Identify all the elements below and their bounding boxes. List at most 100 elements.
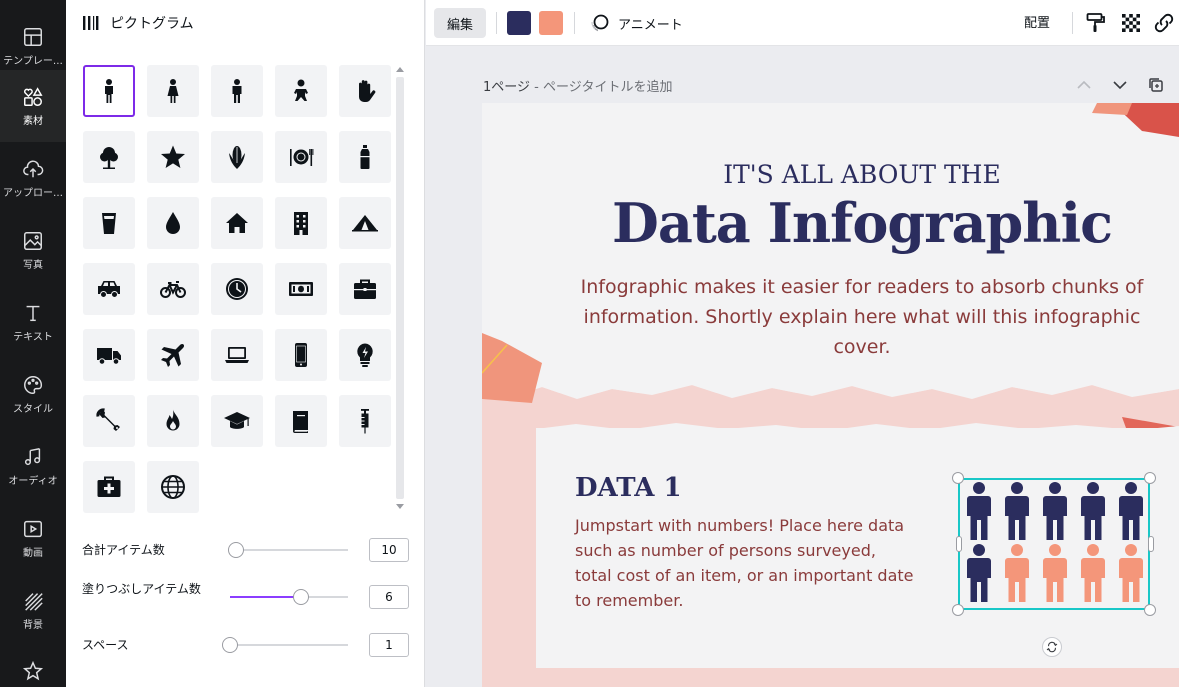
rail-item-background[interactable]: 背景 [0,574,66,646]
pictogram-element[interactable] [958,478,1150,610]
pictogram-bottle[interactable] [339,131,391,183]
pictogram-car[interactable] [83,263,135,315]
pictogram-baby[interactable] [275,65,327,117]
rail-item-starred[interactable] [0,640,66,687]
pictogram-corn[interactable] [211,131,263,183]
total-items-control: 合計アイテム数 10 [82,538,412,581]
rail-item-audio[interactable]: オーディオ [0,430,66,502]
pictogram-laptop[interactable] [211,329,263,381]
pictogram-woman[interactable] [147,65,199,117]
spacing-slider-knob[interactable] [222,637,238,653]
resize-handle-left[interactable] [956,536,962,552]
rail-item-text[interactable]: テキスト [0,286,66,358]
rail-item-styles[interactable]: スタイル [0,358,66,430]
spacing-label: スペース [82,638,129,652]
pictogram-cup[interactable] [83,197,135,249]
pictogram-lightbulb[interactable] [339,329,391,381]
panel-header: ピクトグラム [66,0,425,46]
total-items-slider-track[interactable] [230,549,348,551]
pictogram-man[interactable] [211,65,263,117]
animate-button[interactable]: アニメート [590,10,683,36]
main-heading[interactable]: Data Infographic [482,191,1179,255]
pictogram-briefcase[interactable] [339,263,391,315]
paint-roller-icon [1086,13,1105,32]
edit-button[interactable]: 編集 [434,8,486,38]
resize-handle-top-left[interactable] [952,472,964,484]
pictogram-person[interactable] [83,65,135,117]
pictogram-plate[interactable] [275,131,327,183]
design-canvas[interactable]: IT'S ALL ABOUT THE Data Infographic Info… [482,103,1179,687]
page-up-button[interactable] [1075,76,1093,94]
laptop-icon [225,347,249,363]
resize-handle-bottom-right[interactable] [1144,604,1156,616]
pictogram-airplane[interactable] [147,329,199,381]
total-items-input[interactable]: 10 [369,538,409,562]
pictogram-tree[interactable] [83,131,135,183]
intro-paragraph[interactable]: Infographic makes it easier for readers … [552,272,1172,362]
duplicate-page-button[interactable] [1147,76,1165,94]
pictogram-house[interactable] [211,197,263,249]
scroll-up-arrow-icon[interactable] [396,67,404,72]
rail-item-elements[interactable]: 素材 [0,70,66,142]
color-swatch-primary[interactable] [507,11,531,35]
rail-item-video[interactable]: 動画 [0,502,66,574]
editor-toolbar: 編集 アニメート 配置 [426,0,1179,46]
pictogram-money[interactable] [275,263,327,315]
phone-icon [295,343,307,367]
arrange-button[interactable]: 配置 [1024,12,1050,31]
briefcase-icon [354,279,376,299]
pictogram-graduation-cap[interactable] [211,395,263,447]
page-down-button[interactable] [1111,76,1129,94]
left-rail: テンプレー… 素材 アップロー… 写真 テキスト スタイル オーディオ 動画 背… [0,0,66,687]
transparency-button[interactable] [1119,11,1143,35]
pictogram-phone[interactable] [275,329,327,381]
total-items-slider-knob[interactable] [227,542,244,558]
truck-icon [97,348,121,365]
rail-label: テンプレー… [3,55,63,67]
scroll-track[interactable] [396,77,404,499]
pre-heading[interactable]: IT'S ALL ABOUT THE [482,160,1179,189]
pictogram-clock[interactable] [211,263,263,315]
pictogram-bicycle[interactable] [147,263,199,315]
torn-paper-edge [482,373,1179,413]
filled-items-slider-knob[interactable] [292,589,309,605]
pictogram-hand[interactable] [339,65,391,117]
rail-item-photos[interactable]: 写真 [0,214,66,286]
pictogram-tent[interactable] [339,197,391,249]
data1-body[interactable]: Jumpstart with numbers! Place here data … [575,513,915,613]
rotate-button[interactable] [1042,637,1062,657]
pictogram-building[interactable] [275,197,327,249]
elements-icon [24,86,43,106]
rail-item-uploads[interactable]: アップロー… [0,142,66,214]
pictogram-syringe[interactable] [339,395,391,447]
spacing-input[interactable]: 1 [369,633,409,657]
airplane-icon [161,343,185,367]
pictogram-globe[interactable] [147,461,199,513]
page-title-bar[interactable]: 1ページ - ページタイトルを追加 [483,76,672,95]
scroll-down-arrow-icon[interactable] [396,504,404,509]
first-aid-icon [97,476,121,497]
globe-icon [161,475,185,499]
pictogram-drop[interactable] [147,197,199,249]
spacing-slider-track[interactable] [230,644,348,646]
rail-label: 動画 [23,547,43,559]
page-title-placeholder[interactable]: - ページタイトルを追加 [530,80,672,95]
book-icon [293,411,308,433]
data1-title[interactable]: DATA 1 [575,473,682,503]
pictogram-first-aid[interactable] [83,461,135,513]
panel-scrollbar[interactable] [393,63,407,513]
color-swatch-secondary[interactable] [539,11,563,35]
pictogram-star[interactable] [147,131,199,183]
paint-roller-button[interactable] [1084,11,1108,35]
decor-shape-top-right [1092,103,1179,137]
filled-items-slider-fill [230,596,301,598]
pictogram-book[interactable] [275,395,327,447]
resize-handle-right[interactable] [1148,536,1154,552]
pictogram-fire[interactable] [147,395,199,447]
pictogram-truck[interactable] [83,329,135,381]
resize-handle-bottom-left[interactable] [952,604,964,616]
filled-items-input[interactable]: 6 [369,585,409,609]
resize-handle-top-right[interactable] [1144,472,1156,484]
pictogram-wrench[interactable] [83,395,135,447]
link-button[interactable] [1152,11,1176,35]
